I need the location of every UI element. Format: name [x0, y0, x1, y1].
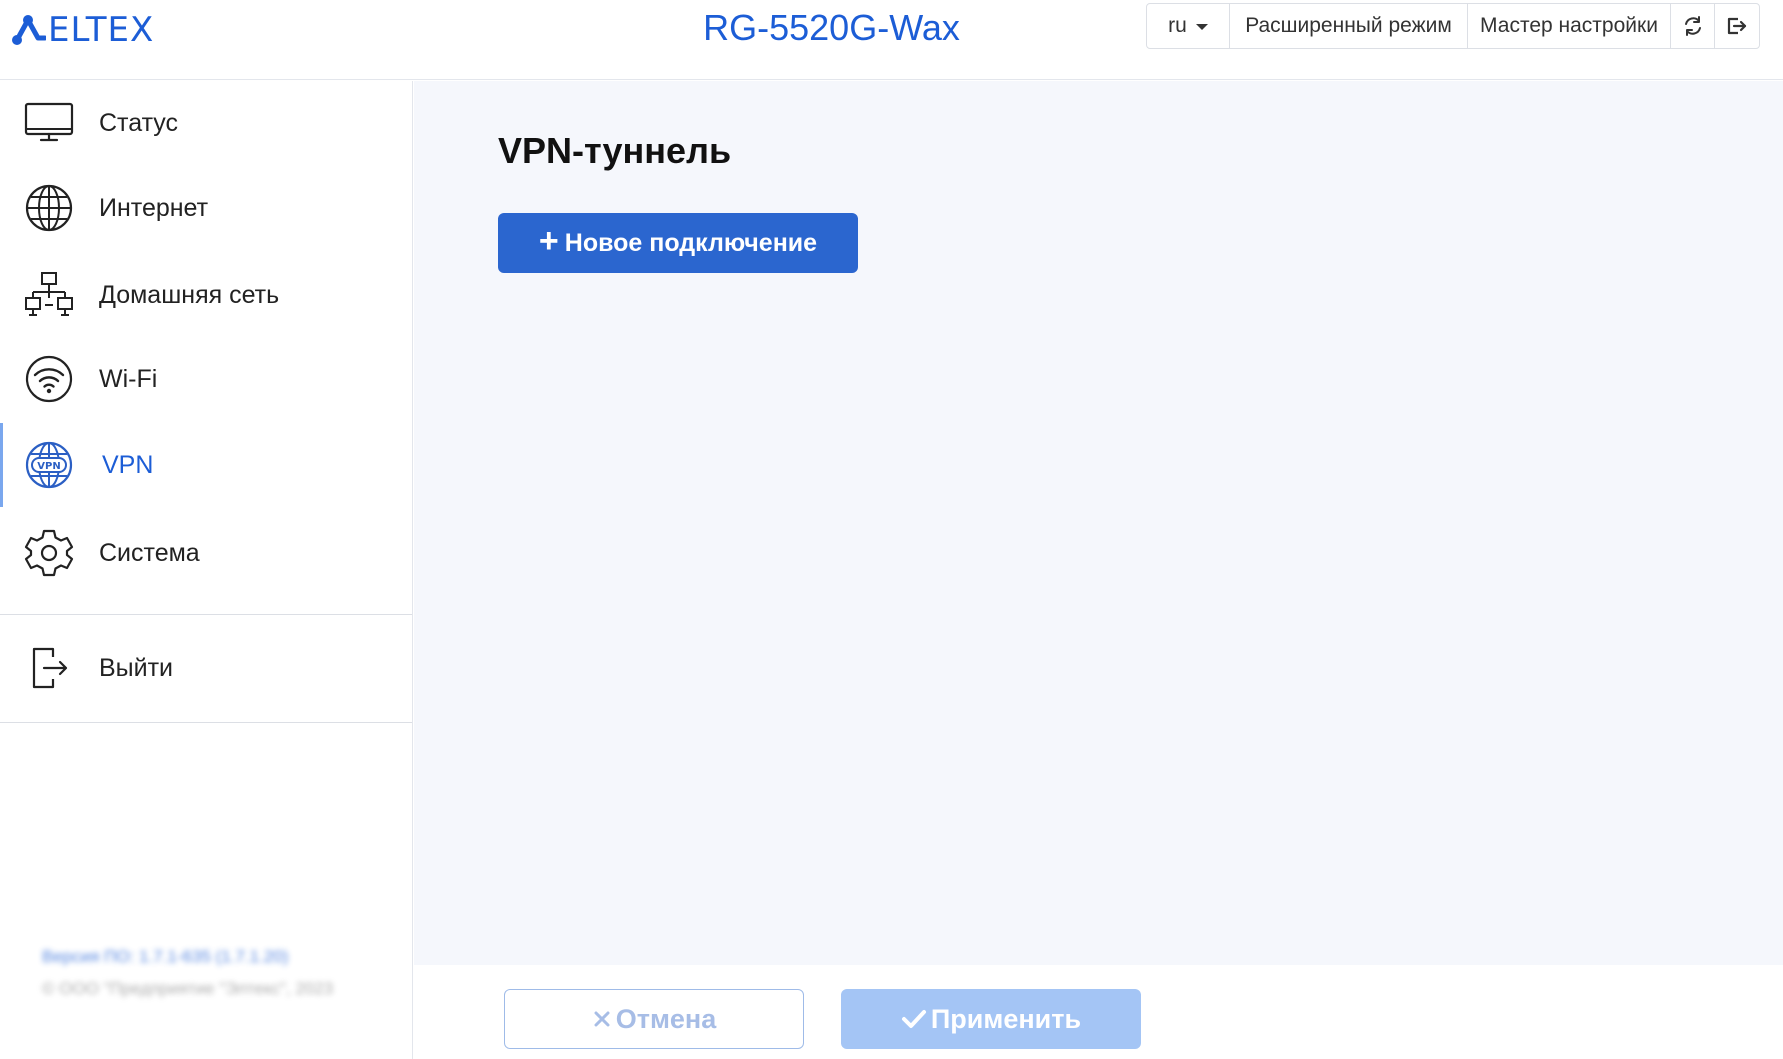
new-connection-label: Новое подключение [564, 228, 818, 257]
header-toolbar: ru Расширенный режим Мастер настройки [1146, 3, 1760, 49]
apply-label: Применить [930, 1003, 1082, 1034]
copyright-text: © ООО "Предприятие "Элтекс", 2023 [42, 979, 334, 998]
check-icon [901, 1008, 927, 1030]
sidebar-item-label: Система [99, 538, 200, 567]
sidebar-item-label: Статус [99, 108, 179, 137]
sidebar-item-system[interactable]: Система [0, 511, 412, 595]
logout-icon [32, 647, 68, 689]
refresh-button[interactable] [1671, 4, 1715, 48]
sidebar-divider [0, 614, 412, 615]
network-icon [25, 272, 73, 316]
vpn-globe-icon: VPN [25, 441, 73, 489]
sidebar-item-label: VPN [102, 450, 154, 479]
firmware-version: Версия ПО: 1.7.1-635 (1.7.1.20) [42, 947, 289, 966]
main-content: VPN-туннель + Новое подключение [414, 81, 1783, 965]
monitor-icon [24, 102, 74, 142]
logout-icon [1727, 17, 1747, 35]
top-header: ELTEX RG-5520G-Wax ru Расширенный режим … [0, 0, 1783, 80]
sidebar-item-logout[interactable]: Выйти [0, 626, 412, 710]
advanced-mode-label: Расширенный режим [1245, 14, 1452, 37]
language-value: ru [1168, 14, 1187, 37]
close-icon [592, 1009, 612, 1029]
language-dropdown[interactable]: ru [1147, 4, 1230, 48]
sidebar-item-label: Wi-Fi [99, 364, 158, 393]
wifi-icon [25, 355, 73, 403]
sidebar-item-label: Интернет [99, 193, 209, 222]
sidebar-item-wifi[interactable]: Wi-Fi [0, 337, 412, 421]
cancel-label: Отмена [615, 1003, 717, 1034]
sidebar-item-status[interactable]: Статус [0, 81, 412, 165]
gear-icon [24, 529, 74, 577]
plus-icon: + [538, 221, 559, 260]
sidebar: Статус Интернет Домашняя сеть Wi-Fi VPN … [0, 81, 413, 1059]
setup-wizard-label: Мастер настройки [1480, 14, 1658, 37]
caret-down-icon [1195, 24, 1208, 30]
sidebar-item-label: Домашняя сеть [99, 280, 280, 309]
sidebar-item-internet[interactable]: Интернет [0, 166, 412, 250]
app-root: ELTEX RG-5520G-Wax ru Расширенный режим … [0, 0, 1783, 1059]
page-title: VPN-туннель [498, 130, 732, 171]
new-connection-button[interactable]: + Новое подключение [498, 213, 858, 273]
globe-icon [25, 184, 73, 232]
refresh-icon [1684, 16, 1701, 36]
sidebar-item-vpn[interactable]: VPN VPN [0, 423, 412, 507]
svg-text:VPN: VPN [37, 461, 60, 472]
sidebar-divider [0, 722, 412, 723]
sidebar-logout-label: Выйти [99, 653, 174, 682]
apply-button[interactable]: Применить [841, 989, 1141, 1049]
setup-wizard-button[interactable]: Мастер настройки [1468, 4, 1671, 48]
cancel-button[interactable]: Отмена [504, 989, 804, 1049]
logout-top-button[interactable] [1715, 4, 1759, 48]
action-footer: Отмена Применить [414, 965, 1783, 1059]
sidebar-item-home-network[interactable]: Домашняя сеть [0, 253, 412, 337]
advanced-mode-button[interactable]: Расширенный режим [1230, 4, 1468, 48]
